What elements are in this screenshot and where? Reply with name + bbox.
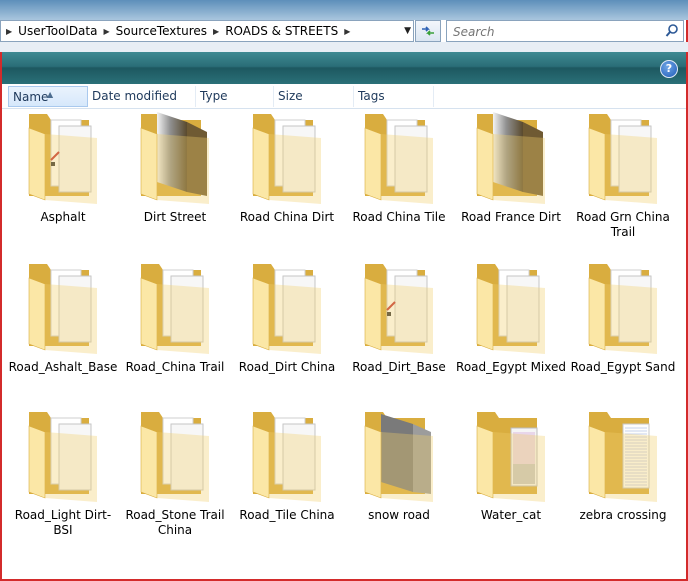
column-header-tags[interactable]: Tags — [354, 86, 434, 107]
column-headers: ▲ Name Date modified Type Size Tags — [2, 86, 686, 109]
folder-item[interactable]: Road_Stone Trail China — [120, 406, 230, 538]
folder-item[interactable]: Road_Light Dirt-BSI — [8, 406, 118, 538]
breadcrumb-item[interactable]: ROADS & STREETS ▶ — [221, 24, 352, 38]
breadcrumb-label: SourceTextures — [115, 24, 208, 38]
folder-name: Road_Egypt Sand — [570, 360, 676, 374]
folder-name: snow road — [368, 508, 430, 522]
sort-ascending-icon: ▲ — [47, 90, 54, 99]
folder-item[interactable]: Road China Tile — [344, 108, 454, 225]
folder-name: Road_Egypt Mixed — [456, 360, 566, 374]
chevron-right-icon[interactable]: ▶ — [342, 27, 352, 36]
folder-item[interactable]: Dirt Street — [120, 108, 230, 225]
folder-icon — [140, 264, 209, 354]
folder-icon — [28, 412, 97, 502]
folder-item[interactable]: Road_Ashalt_Base — [8, 258, 118, 375]
folder-icon — [364, 114, 433, 204]
breadcrumb-item[interactable]: UserToolData ▶ — [14, 24, 111, 38]
chevron-right-icon[interactable]: ▶ — [211, 27, 221, 36]
folder-grid: Asphalt Dirt Street Road China Dirt Road Ch… — [2, 108, 686, 575]
folder-icon — [476, 112, 545, 204]
folder-item[interactable]: zebra crossing — [568, 406, 678, 523]
folder-item[interactable]: Water_cat — [456, 406, 566, 523]
address-bar[interactable]: ▶ UserToolData ▶ SourceTextures ▶ ROADS & … — [0, 20, 414, 42]
column-header-label: Size — [278, 89, 303, 103]
folder-item[interactable]: Road_Egypt Sand — [568, 258, 678, 375]
help-icon[interactable]: ? — [660, 60, 678, 78]
folder-icon — [28, 114, 97, 204]
folder-item[interactable]: Road France Dirt — [456, 108, 566, 225]
folder-name: Road_Light Dirt-BSI — [14, 508, 112, 537]
title-band — [0, 0, 688, 20]
toolbar-spacer — [0, 42, 688, 52]
folder-item[interactable]: Road_Egypt Mixed — [456, 258, 566, 375]
address-dropdown-icon[interactable]: ▼ — [404, 26, 411, 36]
folder-icon — [364, 412, 433, 502]
folder-icon — [140, 412, 209, 502]
folder-name: Water_cat — [480, 508, 542, 522]
folder-item[interactable]: Road_Tile China — [232, 406, 342, 523]
folder-name: Road Grn China Trail — [576, 210, 670, 239]
folder-name: Dirt Street — [143, 210, 207, 224]
search-input[interactable] — [451, 23, 660, 41]
chevron-right-icon: ▶ — [6, 26, 13, 36]
folder-name: Road China Tile — [352, 210, 446, 224]
folder-icon — [476, 412, 545, 502]
folder-item[interactable]: Asphalt — [8, 108, 118, 225]
column-header-label: Date modified — [92, 89, 178, 103]
search-icon[interactable] — [665, 23, 679, 39]
breadcrumb-root-arrow[interactable]: ▶ — [4, 27, 14, 36]
folder-item[interactable]: Road_Dirt_Base — [344, 258, 454, 375]
folder-name: Road France Dirt — [461, 210, 561, 224]
breadcrumb-item[interactable]: SourceTextures ▶ — [112, 24, 222, 38]
folder-icon — [140, 112, 209, 204]
column-header-label: Name — [13, 90, 49, 104]
folder-icon — [588, 412, 657, 502]
folder-icon — [28, 264, 97, 354]
column-header-type[interactable]: Type — [196, 86, 274, 107]
chevron-right-icon[interactable]: ▶ — [101, 27, 111, 36]
folder-item[interactable]: Road_Dirt China — [232, 258, 342, 375]
refresh-button[interactable] — [415, 20, 441, 42]
folder-item[interactable]: snow road — [344, 406, 454, 523]
folder-name: Road China Dirt — [239, 210, 335, 224]
folder-name: Road_Dirt China — [238, 360, 336, 374]
folder-icon — [588, 114, 657, 204]
folder-item[interactable]: Road Grn China Trail — [568, 108, 678, 240]
folder-name: zebra crossing — [579, 508, 667, 522]
column-header-name[interactable]: ▲ Name — [8, 86, 88, 107]
column-header-size[interactable]: Size — [274, 86, 354, 107]
folder-icon — [364, 264, 433, 354]
refresh-icon — [422, 26, 434, 36]
folder-icon — [252, 264, 321, 354]
breadcrumb-label: ROADS & STREETS — [225, 24, 339, 38]
folder-name: Road_Dirt_Base — [352, 360, 446, 374]
search-box[interactable] — [446, 20, 684, 42]
folder-name: Asphalt — [40, 210, 86, 224]
folder-name: Road_Tile China — [239, 508, 335, 522]
folder-icon — [588, 264, 657, 354]
column-header-date-modified[interactable]: Date modified — [88, 86, 196, 107]
folder-name: Road_Stone Trail China — [125, 508, 225, 537]
breadcrumb-label: UserToolData — [18, 24, 98, 38]
command-bar: ? — [2, 52, 686, 84]
folder-icon — [252, 114, 321, 204]
folder-icon — [476, 264, 545, 354]
folder-item[interactable]: Road China Dirt — [232, 108, 342, 225]
folder-icon — [252, 412, 321, 502]
folder-name: Road_Ashalt_Base — [8, 360, 118, 374]
folder-item[interactable]: Road_China Trail — [120, 258, 230, 375]
column-header-label: Tags — [358, 89, 385, 103]
column-header-label: Type — [200, 89, 228, 103]
folder-name: Road_China Trail — [125, 360, 225, 374]
